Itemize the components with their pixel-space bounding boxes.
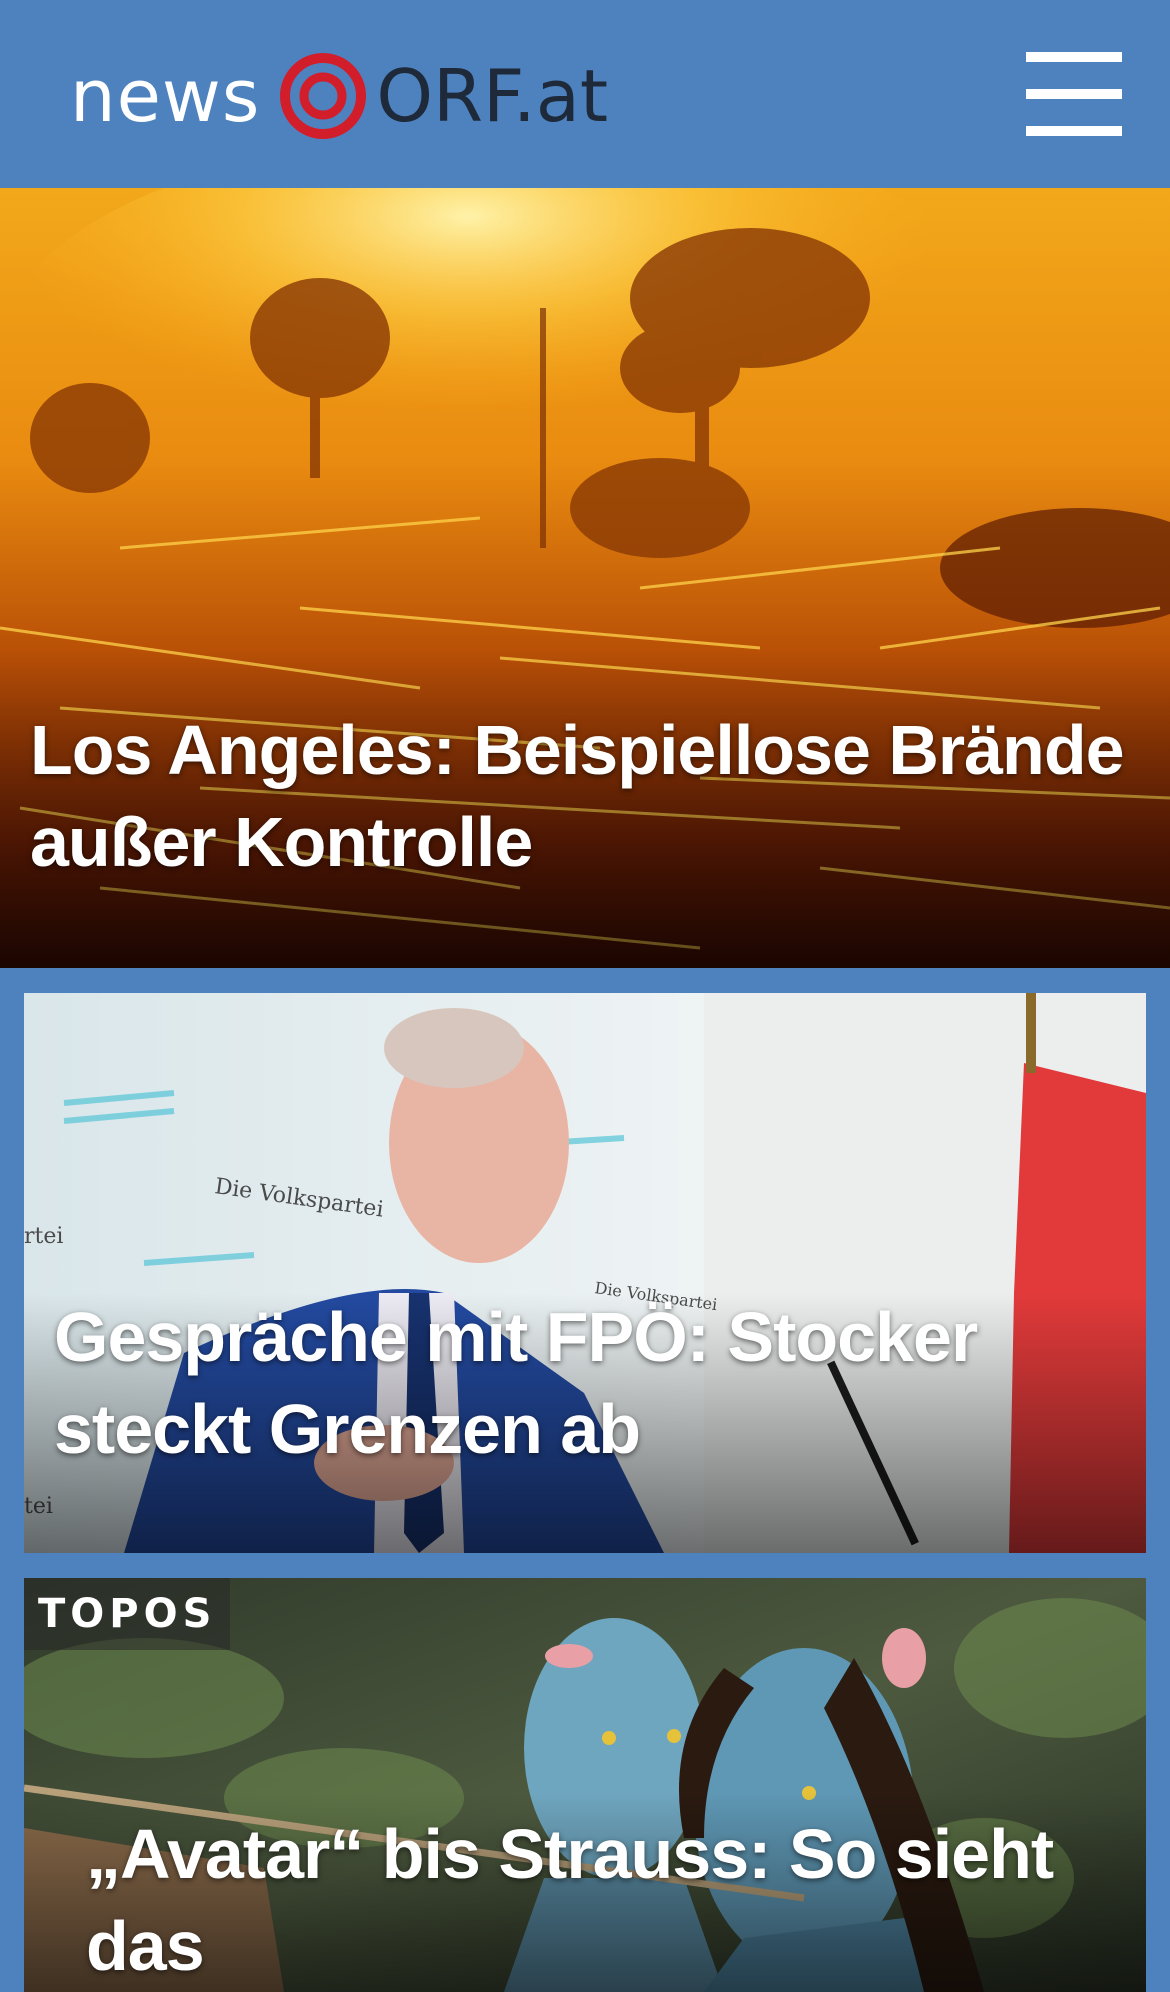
hamburger-menu-icon[interactable] [1026,52,1122,136]
story-card-la-fires[interactable]: Los Angeles: Beispiellose Brände außer K… [0,188,1170,968]
story-headline: Los Angeles: Beispiellose Brände außer K… [30,710,1125,881]
app-header: news ORF.at [0,0,1170,188]
news-orf-logo[interactable]: news ORF.at [70,48,608,144]
menu-bar [1026,89,1122,99]
menu-bar [1026,126,1122,136]
story-card-topos-avatar[interactable]: TOPOS „Avatar“ bis Strauss: So sieht das [24,1578,1146,1992]
story-headline: Gespräche mit FPÖ: Stocker steckt Grenze… [54,1297,978,1468]
menu-bar [1026,52,1122,62]
orf-eye-icon [280,53,367,139]
banner-text: rtei [24,1224,63,1249]
story-headline: „Avatar“ bis Strauss: So sieht das [86,1814,1054,1985]
logo-orf-text: ORF.at [376,54,609,138]
logo-news-text: news [70,54,261,138]
topos-tag: TOPOS [24,1578,231,1650]
story-card-fpoe-talks[interactable]: Die Volkspartei Die Volkspartei rtei tei… [24,993,1146,1553]
